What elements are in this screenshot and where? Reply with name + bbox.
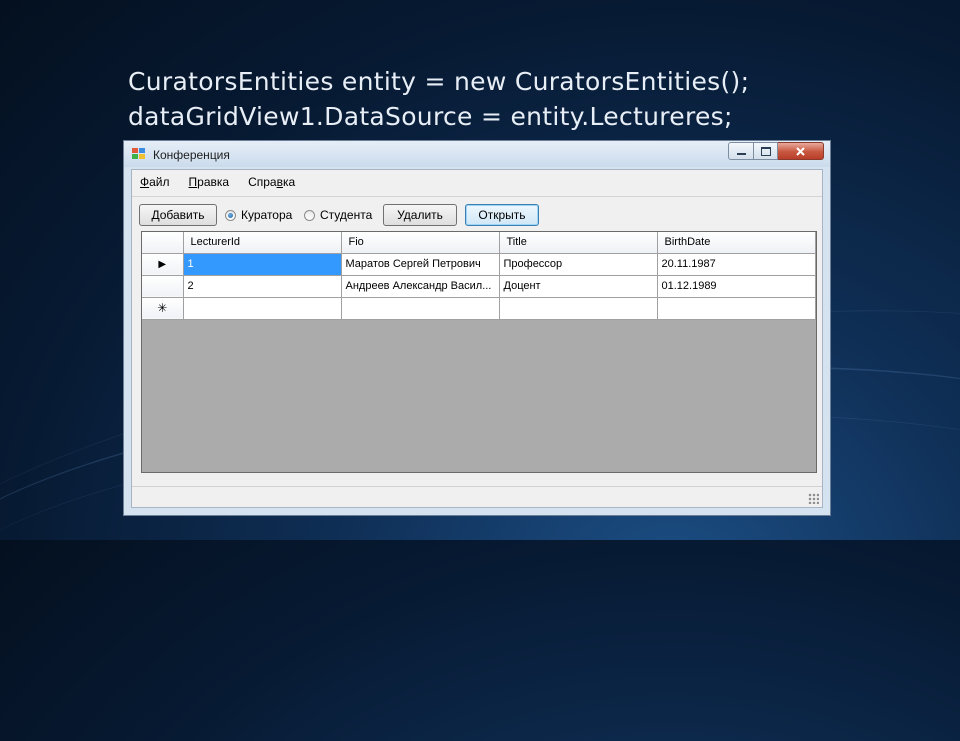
column-header-birthdate[interactable]: BirthDate	[657, 232, 816, 254]
column-header-lecturerid[interactable]: LecturerId	[183, 232, 342, 254]
grid-cell[interactable]: Маратов Сергей Петрович	[341, 253, 500, 276]
grid-table: LecturerId Fio Title BirthDate ▶ 1 Марат…	[142, 232, 816, 320]
grid-cell[interactable]	[341, 297, 500, 320]
minimize-button[interactable]	[728, 142, 754, 160]
code-line-2: dataGridView1.DataSource = entity.Lectur…	[128, 102, 733, 131]
current-row-arrow-icon: ▶	[158, 259, 167, 270]
grid-cell[interactable]	[183, 297, 342, 320]
maximize-button[interactable]	[754, 142, 778, 160]
form-app-icon[interactable]	[132, 148, 146, 160]
grid-header-row: LecturerId Fio Title BirthDate	[142, 232, 816, 254]
code-line-1: CuratorsEntities entity = new CuratorsEn…	[128, 67, 750, 96]
grid-cell[interactable]: 2	[183, 275, 342, 298]
close-button[interactable]	[778, 142, 824, 160]
grid-cell[interactable]	[657, 297, 816, 320]
close-icon	[796, 146, 805, 156]
maximize-icon	[760, 146, 771, 156]
add-button[interactable]: Добавить	[139, 204, 217, 226]
form-client-area: Файл Правка Справка Добавить Куратора Ст…	[131, 169, 823, 508]
grid-cell[interactable]: Доцент	[499, 275, 658, 298]
grid-cell[interactable]: 1	[183, 253, 342, 276]
data-grid-view[interactable]: LecturerId Fio Title BirthDate ▶ 1 Марат…	[141, 231, 817, 473]
menu-bar: Файл Правка Справка	[132, 170, 822, 194]
menu-edit[interactable]: Правка	[189, 175, 230, 189]
column-header-title[interactable]: Title	[499, 232, 658, 254]
window-title: Конференция	[153, 148, 230, 162]
radio-curator[interactable]: Куратора	[225, 208, 292, 222]
row-header[interactable]	[142, 275, 184, 298]
open-button[interactable]: Открыть	[465, 204, 539, 226]
new-row-asterisk-icon: ✳	[157, 301, 168, 315]
radio-student[interactable]: Студента	[304, 208, 372, 222]
window-controls	[728, 142, 824, 160]
grid-cell[interactable]: Андреев Александр Васил...	[341, 275, 500, 298]
column-header-fio[interactable]: Fio	[341, 232, 500, 254]
grid-corner-header[interactable]	[142, 232, 184, 254]
menu-file[interactable]: Файл	[140, 175, 170, 189]
grid-cell[interactable]: 20.11.1987	[657, 253, 816, 276]
table-row[interactable]: ▶ 1 Маратов Сергей Петрович Профессор 20…	[142, 253, 816, 276]
radio-student-label: Студента	[320, 208, 373, 222]
title-bar[interactable]: Конференция	[124, 141, 830, 167]
menu-help[interactable]: Справка	[248, 175, 295, 189]
toolbar: Добавить Куратора Студента Удалить Откры…	[132, 196, 822, 229]
new-row[interactable]: ✳	[142, 297, 816, 320]
status-bar	[132, 486, 822, 507]
app-window: Конференция Файл Правка Справка Добавить	[123, 140, 831, 516]
grid-cell[interactable]: 01.12.1989	[657, 275, 816, 298]
resize-grip-icon[interactable]	[808, 493, 819, 504]
delete-button[interactable]: Удалить	[383, 204, 457, 226]
radio-student-dot[interactable]	[304, 209, 315, 221]
table-row[interactable]: 2 Андреев Александр Васил... Доцент 01.1…	[142, 275, 816, 298]
row-header[interactable]: ▶	[142, 253, 184, 276]
radio-curator-label: Куратора	[241, 208, 293, 222]
radio-curator-dot[interactable]	[225, 209, 236, 221]
row-header[interactable]: ✳	[142, 297, 184, 320]
grid-cell[interactable]: Профессор	[499, 253, 658, 276]
minimize-icon	[736, 153, 746, 155]
code-snippet: CuratorsEntities entity = new CuratorsEn…	[128, 64, 749, 134]
grid-cell[interactable]	[499, 297, 658, 320]
